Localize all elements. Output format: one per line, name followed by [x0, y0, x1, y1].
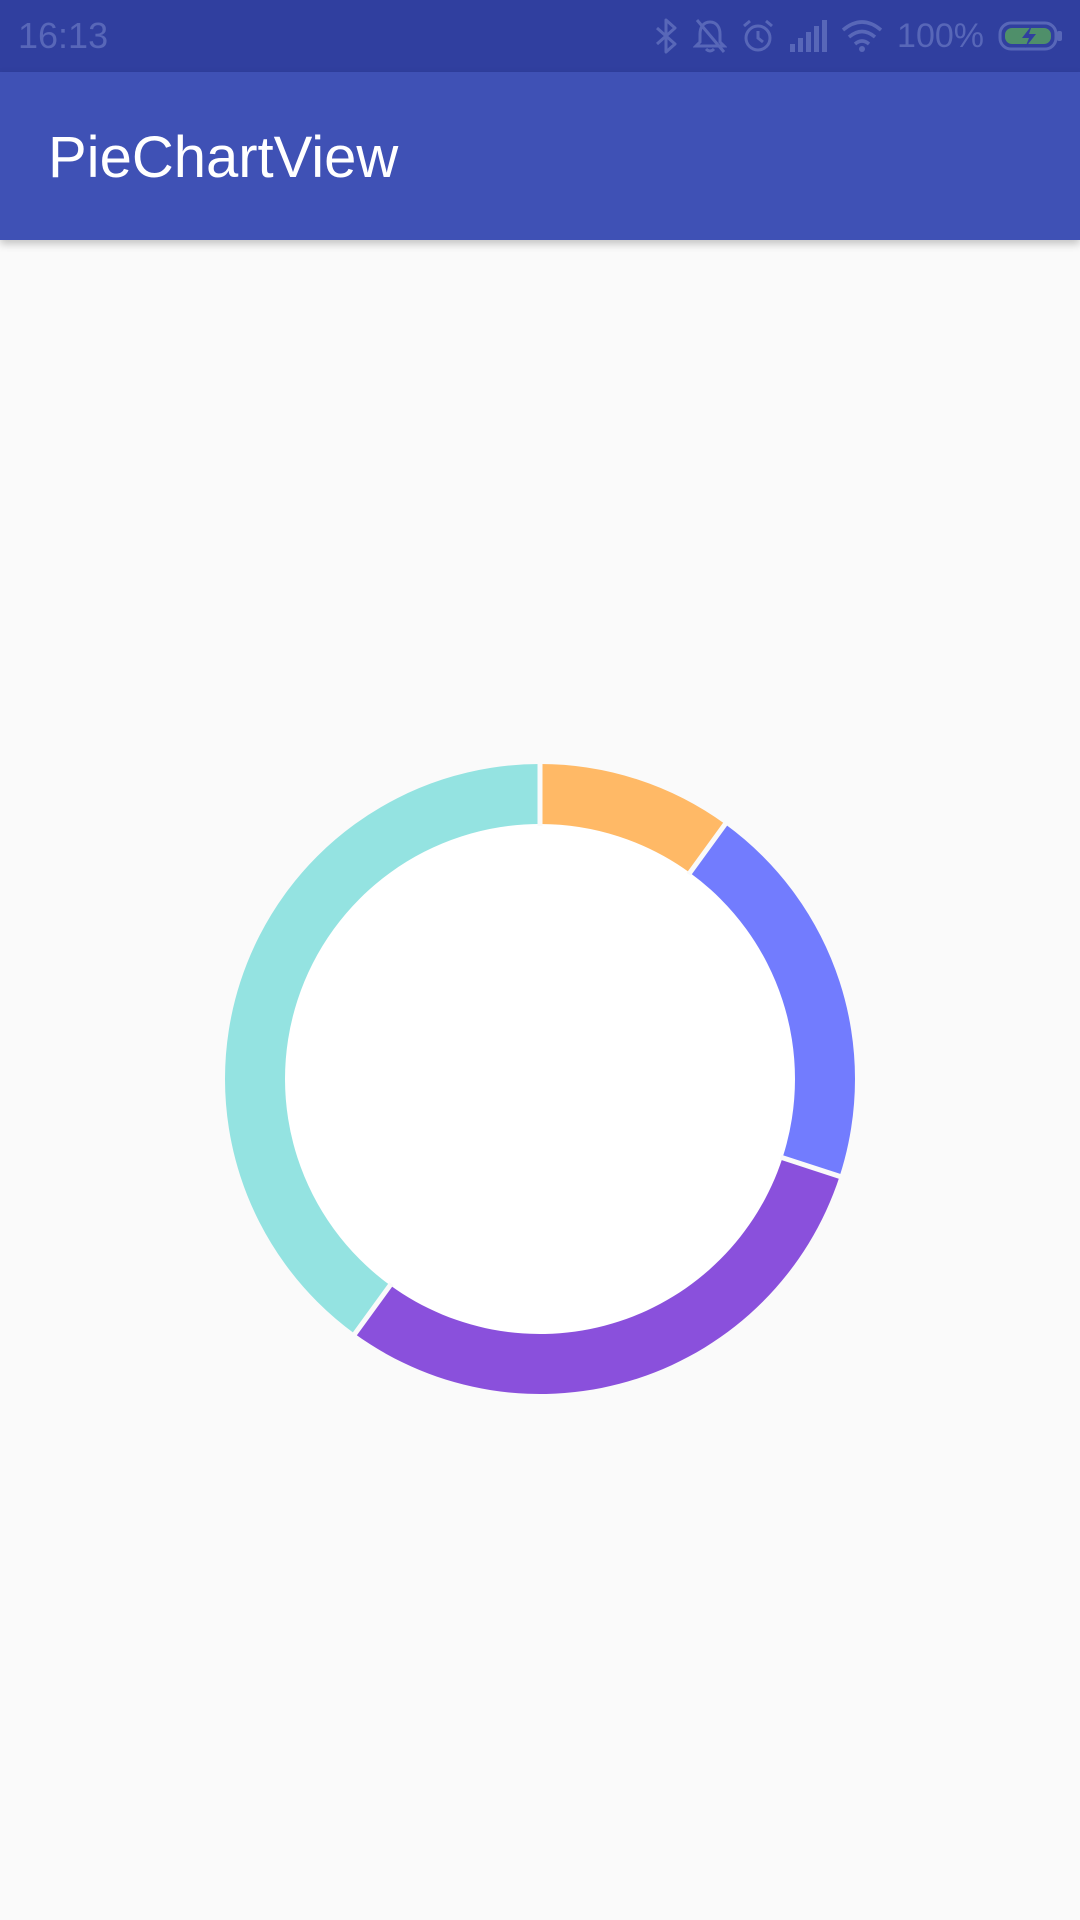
status-time: 16:13 [18, 15, 109, 56]
app-bar: PieChartView [0, 72, 1080, 240]
wifi-icon [841, 19, 883, 53]
battery-charging-icon [998, 20, 1064, 52]
app-title: PieChartView [48, 125, 399, 190]
donut-center [285, 824, 795, 1334]
battery-percent: 100% [897, 17, 984, 55]
bluetooth-icon [653, 18, 679, 54]
pie-chart-view [0, 240, 1080, 1920]
status-bar: 16:13 100% [0, 0, 1080, 72]
donut-chart [225, 756, 855, 1394]
status-icons: 100% [653, 14, 1064, 58]
alarm-icon [741, 18, 775, 54]
notifications-off-icon [693, 18, 728, 54]
signal-icon [789, 20, 828, 52]
